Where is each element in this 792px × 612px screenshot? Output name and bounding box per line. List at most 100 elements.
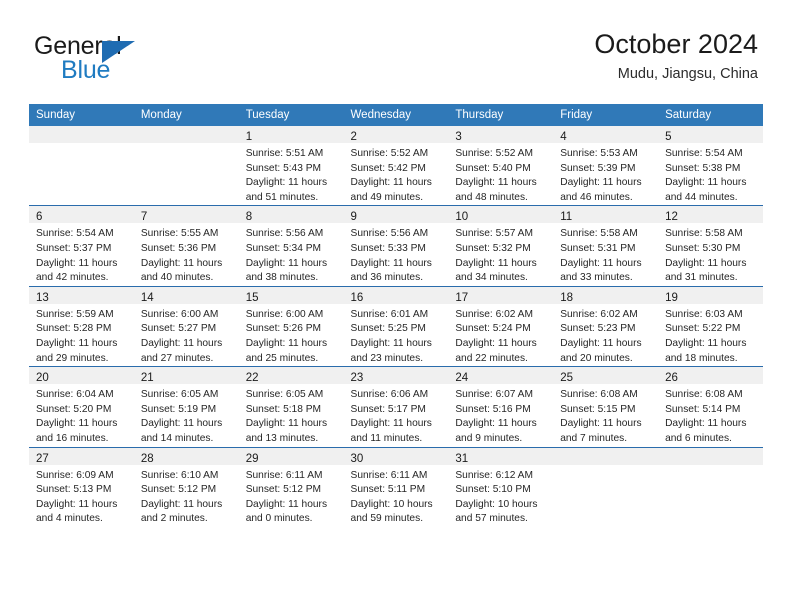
calendar-day-cell[interactable]: 29 Sunrise: 6:11 AM Sunset: 5:12 PM Dayligh… — [238, 446, 344, 527]
day-number-strip: 5 — [658, 126, 763, 143]
day-number: 10 — [455, 211, 469, 224]
calendar-day-cell[interactable]: 18 Sunrise: 6:02 AM Sunset: 5:23 PM Dayligh… — [553, 285, 659, 367]
day-number: 18 — [560, 291, 574, 304]
sunrise-time: Sunrise: 6:08 AM — [665, 389, 743, 401]
calendar-day-cell[interactable]: 19 Sunrise: 6:03 AM Sunset: 5:22 PM Dayligh… — [658, 285, 763, 367]
sunrise-time: Sunrise: 6:10 AM — [140, 469, 219, 481]
day-number: 7 — [140, 211, 148, 224]
calendar-day-cell[interactable]: 13 Sunrise: 5:59 AM Sunset: 5:28 PM Dayligh… — [29, 285, 134, 367]
daylight-duration-line1: Daylight: 10 hours — [350, 498, 433, 510]
sunset-time: Sunset: 5:43 PM — [245, 162, 322, 174]
day-details: Sunrise: 6:08 AM Sunset: 5:15 PM Daylight:… — [553, 384, 658, 446]
daylight-duration-line1: Daylight: 11 hours — [140, 418, 223, 430]
daylight-duration-line1: Daylight: 11 hours — [245, 177, 328, 189]
day-details: Sunrise: 6:01 AM Sunset: 5:25 PM Daylight:… — [344, 304, 449, 366]
sunrise-time: Sunrise: 5:52 AM — [350, 148, 429, 159]
sunset-time: Sunset: 5:27 PM — [140, 323, 217, 335]
calendar-day-cell[interactable]: 12 Sunrise: 5:58 AM Sunset: 5:30 PM Dayligh… — [658, 205, 763, 287]
daylight-duration-line1: Daylight: 11 hours — [560, 418, 642, 430]
day-details: Sunrise: 5:54 AM Sunset: 5:37 PM Daylight:… — [29, 223, 134, 285]
sunset-time: Sunset: 5:13 PM — [36, 484, 112, 496]
calendar-day-cell[interactable]: 6 Sunrise: 5:54 AM Sunset: 5:37 PM Daylight… — [29, 205, 134, 287]
sunrise-time: Sunrise: 6:11 AM — [245, 469, 323, 481]
day-number: 13 — [36, 291, 49, 304]
sunrise-time: Sunrise: 6:00 AM — [245, 308, 324, 320]
calendar-day-cell[interactable]: 21 Sunrise: 6:05 AM Sunset: 5:19 PM Dayligh… — [133, 366, 239, 447]
calendar-day-cell[interactable]: 22 Sunrise: 6:05 AM Sunset: 5:18 PM Dayligh… — [238, 366, 344, 447]
day-number-strip: 12 — [658, 206, 763, 224]
day-number: 17 — [455, 291, 469, 304]
sunset-time: Sunset: 5:19 PM — [140, 403, 217, 415]
day-number: 31 — [455, 452, 469, 465]
calendar-day-cell[interactable]: 7 Sunrise: 5:55 AM Sunset: 5:36 PM Daylight… — [133, 205, 239, 287]
daylight-duration-line2: and 22 minutes. — [455, 352, 528, 364]
day-number-strip: 28 — [133, 447, 239, 465]
sunset-time: Sunset: 5:37 PM — [36, 242, 112, 254]
general-blue-logo[interactable]: General Blue — [34, 32, 234, 90]
sunset-time: Sunset: 5:34 PM — [245, 242, 322, 254]
day-details: Sunrise: 5:52 AM Sunset: 5:42 PM Daylight:… — [344, 143, 449, 205]
daylight-duration-line1: Daylight: 11 hours — [36, 498, 118, 510]
day-number-strip: 22 — [238, 367, 344, 385]
calendar-day-cell[interactable]: 1 Sunrise: 5:51 AM Sunset: 5:43 PM Daylight… — [238, 126, 344, 206]
daylight-duration-line1: Daylight: 11 hours — [350, 257, 432, 269]
day-number-strip: 29 — [238, 447, 344, 465]
sunrise-time: Sunrise: 6:08 AM — [560, 389, 638, 401]
sunset-time: Sunset: 5:15 PM — [560, 403, 636, 415]
calendar-day-cell[interactable]: 20 Sunrise: 6:04 AM Sunset: 5:20 PM Dayligh… — [29, 366, 134, 447]
weekday-header-friday: Friday — [553, 104, 659, 126]
calendar-day-cell[interactable]: 4 Sunrise: 5:53 AM Sunset: 5:39 PM Daylight… — [553, 126, 659, 206]
calendar-day-cell[interactable]: 15 Sunrise: 6:00 AM Sunset: 5:26 PM Dayligh… — [238, 285, 344, 367]
calendar-day-cell[interactable]: 30 Sunrise: 6:11 AM Sunset: 5:11 PM Dayligh… — [343, 446, 449, 527]
calendar-day-cell[interactable]: 28 Sunrise: 6:10 AM Sunset: 5:12 PM Dayligh… — [133, 446, 239, 527]
calendar-day-cell[interactable]: 2 Sunrise: 5:52 AM Sunset: 5:42 PM Daylight… — [343, 126, 449, 206]
calendar-day-cell[interactable]: 26 Sunrise: 6:08 AM Sunset: 5:14 PM Dayligh… — [658, 366, 763, 447]
day-number-strip: 30 — [343, 447, 449, 465]
sunrise-time: Sunrise: 6:02 AM — [560, 308, 638, 320]
daylight-duration-line2: and 42 minutes. — [36, 272, 109, 284]
sunrise-time: Sunrise: 5:54 AM — [665, 148, 743, 159]
day-details: Sunrise: 5:51 AM Sunset: 5:43 PM Daylight:… — [239, 143, 344, 205]
sunrise-time: Sunrise: 6:03 AM — [665, 308, 743, 320]
calendar-day-cell[interactable]: 23 Sunrise: 6:06 AM Sunset: 5:17 PM Dayligh… — [343, 366, 449, 447]
calendar-week-row: 20 Sunrise: 6:04 AM Sunset: 5:20 PM Dayligh… — [29, 366, 763, 447]
calendar-day-cell[interactable]: 24 Sunrise: 6:07 AM Sunset: 5:16 PM Dayligh… — [448, 366, 554, 447]
calendar-day-cell[interactable]: 25 Sunrise: 6:08 AM Sunset: 5:15 PM Dayligh… — [553, 366, 659, 447]
day-details: Sunrise: 6:05 AM Sunset: 5:18 PM Daylight:… — [239, 384, 344, 446]
calendar-week-row: 1 Sunrise: 5:51 AM Sunset: 5:43 PM Daylight… — [29, 126, 763, 206]
calendar-day-cell[interactable]: 17 Sunrise: 6:02 AM Sunset: 5:24 PM Dayligh… — [448, 285, 554, 367]
calendar-day-cell[interactable]: 14 Sunrise: 6:00 AM Sunset: 5:27 PM Dayligh… — [133, 285, 239, 367]
day-number: 2 — [350, 131, 357, 143]
sunrise-time: Sunrise: 5:54 AM — [36, 228, 114, 240]
daylight-duration-line1: Daylight: 11 hours — [455, 337, 537, 349]
daylight-duration-line2: and 20 minutes. — [560, 352, 633, 364]
daylight-duration-line2: and 38 minutes. — [245, 272, 319, 284]
day-details: Sunrise: 5:56 AM Sunset: 5:33 PM Daylight:… — [344, 223, 449, 285]
day-number: 9 — [350, 211, 357, 224]
daylight-duration-line1: Daylight: 11 hours — [455, 177, 537, 189]
calendar-day-cell[interactable]: 3 Sunrise: 5:52 AM Sunset: 5:40 PM Daylight… — [448, 126, 554, 206]
calendar-day-cell[interactable]: 27 Sunrise: 6:09 AM Sunset: 5:13 PM Dayligh… — [29, 446, 134, 527]
calendar-page: General Blue October 2024 Mudu, Jiangsu,… — [0, 0, 792, 612]
daylight-duration-line2: and 18 minutes. — [665, 352, 738, 364]
day-number-strip: 9 — [343, 206, 449, 224]
calendar-day-cell[interactable]: 10 Sunrise: 5:57 AM Sunset: 5:32 PM Dayligh… — [448, 205, 554, 287]
calendar-day-cell[interactable]: 5 Sunrise: 5:54 AM Sunset: 5:38 PM Daylight… — [658, 126, 763, 206]
title-block: October 2024 Mudu, Jiangsu, China — [594, 28, 758, 84]
calendar-day-cell[interactable]: 8 Sunrise: 5:56 AM Sunset: 5:34 PM Daylight… — [238, 205, 344, 287]
calendar-body: 1 Sunrise: 5:51 AM Sunset: 5:43 PM Daylight… — [29, 126, 763, 527]
daylight-duration-line1: Daylight: 11 hours — [245, 257, 328, 269]
sunrise-time: Sunrise: 5:52 AM — [455, 148, 533, 159]
day-number-strip: 14 — [133, 286, 239, 304]
daylight-duration-line2: and 6 minutes. — [665, 432, 732, 444]
calendar-day-cell[interactable]: 31 Sunrise: 6:12 AM Sunset: 5:10 PM Dayligh… — [448, 446, 554, 527]
calendar-day-cell[interactable]: 16 Sunrise: 6:01 AM Sunset: 5:25 PM Dayligh… — [343, 285, 449, 367]
sunrise-time: Sunrise: 6:01 AM — [350, 308, 429, 320]
calendar-day-cell[interactable]: 9 Sunrise: 5:56 AM Sunset: 5:33 PM Daylight… — [343, 205, 449, 287]
sunrise-time: Sunrise: 5:55 AM — [140, 228, 219, 240]
calendar-day-cell[interactable]: 11 Sunrise: 5:58 AM Sunset: 5:31 PM Dayligh… — [553, 205, 659, 287]
day-details: Sunrise: 6:09 AM Sunset: 5:13 PM Daylight:… — [29, 465, 134, 527]
daylight-duration-line2: and 57 minutes. — [455, 513, 528, 525]
day-details: Sunrise: 6:04 AM Sunset: 5:20 PM Daylight:… — [29, 384, 134, 446]
day-number-strip: 1 — [238, 126, 344, 143]
